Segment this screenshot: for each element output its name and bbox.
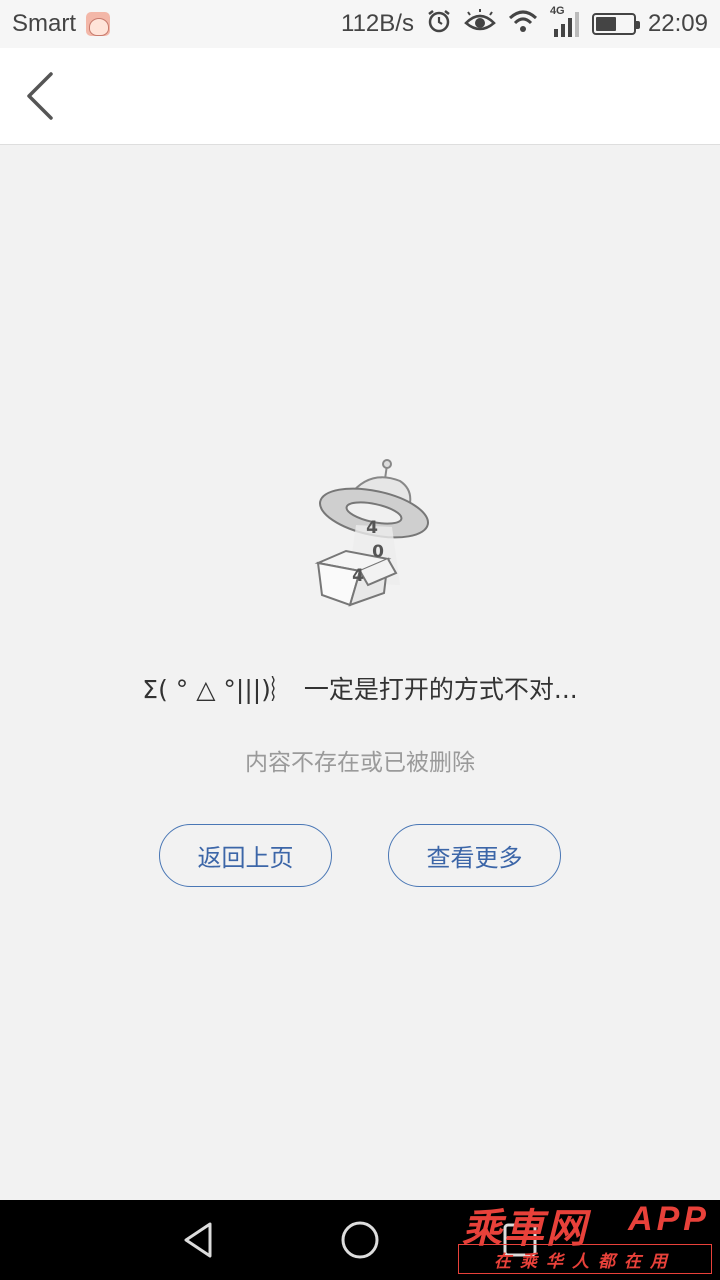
status-bar: Smart 112B/s 4G 22:09: [0, 0, 720, 48]
status-left: Smart: [12, 0, 111, 48]
wifi-icon: [508, 9, 538, 40]
home-circle-icon: [341, 1221, 379, 1259]
carrier-avatar-icon: [86, 12, 111, 36]
status-right: 112B/s 4G 22:09: [341, 0, 708, 48]
nav-back-button[interactable]: [160, 1200, 240, 1280]
alarm-icon: [426, 8, 452, 41]
error-sub-message: 内容不存在或已被删除: [245, 750, 475, 776]
error-content: 4 0 4 Σ( ° △ °|||)︴ 一定是打开的方式不对... 内容不存在或…: [0, 145, 720, 1200]
watermark-logo: 乘車网 APP 在乘华人都在用: [458, 1196, 712, 1280]
go-back-button[interactable]: 返回上页: [159, 824, 332, 887]
eye-comfort-icon: [464, 8, 496, 40]
illustration-digit-2: 0: [372, 542, 384, 562]
error-message: Σ( ° △ °|||)︴ 一定是打开的方式不对...: [142, 675, 578, 704]
top-nav-header: [0, 48, 720, 145]
illustration-digit-1: 4: [366, 518, 378, 538]
net-speed: 112B/s: [341, 10, 414, 37]
back-triangle-icon: [184, 1222, 212, 1258]
view-more-button[interactable]: 查看更多: [388, 824, 561, 887]
watermark-slogan: 在乘华人都在用: [458, 1244, 712, 1274]
signal-icon: 4G: [550, 5, 580, 39]
chevron-left-icon: [27, 72, 53, 120]
back-button[interactable]: [10, 60, 70, 132]
battery-fill: [595, 17, 616, 31]
illustration-digit-3: 4: [352, 566, 364, 586]
battery-icon: [591, 13, 640, 35]
nav-home-button[interactable]: [320, 1200, 400, 1280]
watermark-app: APP: [628, 1200, 710, 1238]
clock: 22:09: [647, 10, 708, 37]
carrier-name: Smart: [12, 10, 77, 37]
ufo-404-illustration: 4 0 4: [300, 455, 440, 615]
